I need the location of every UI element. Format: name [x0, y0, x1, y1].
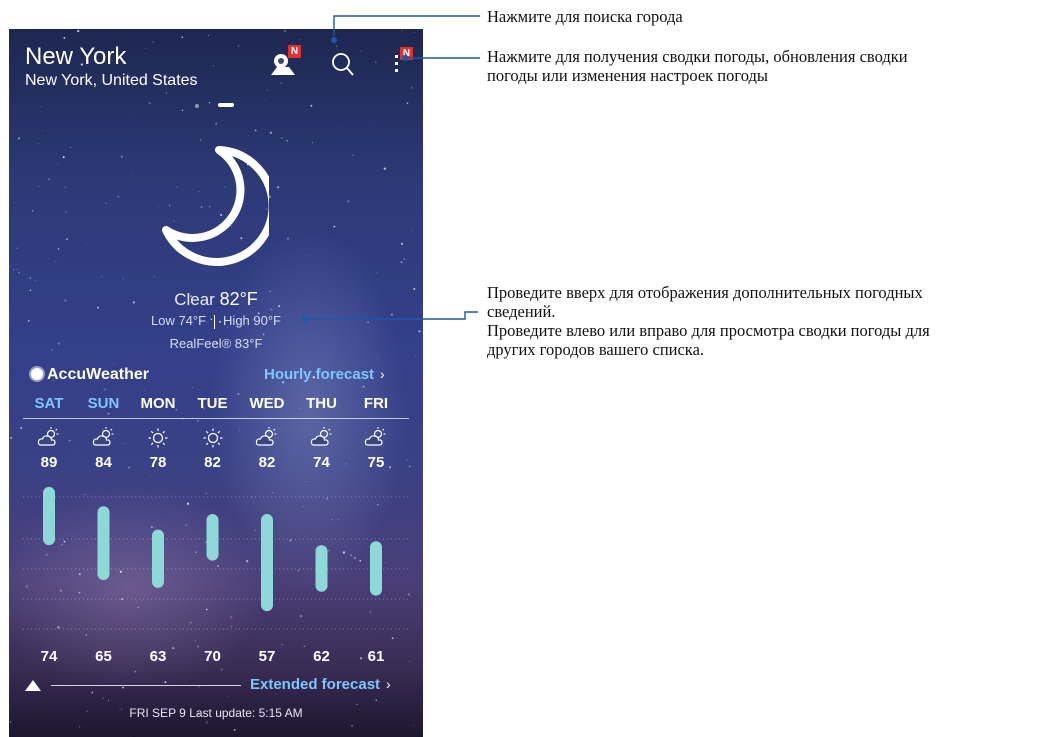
callout-lines	[302, 15, 480, 322]
annotation-swipe-2: сведений.	[487, 302, 556, 321]
annotation-search: Нажмите для поиска города	[487, 7, 683, 26]
annotation-swipe-4: других городов вашего списка.	[487, 340, 705, 359]
annotation-menu-2: погоды или изменения настроек погоды	[487, 66, 768, 85]
callout-line-swipe	[305, 311, 478, 320]
annotation-swipe-3: Проведите влево или вправо для просмотра…	[487, 321, 930, 340]
annotation-swipe-1: Проведите вверх для отображения дополнит…	[487, 283, 923, 302]
callout-dot-swipe	[302, 316, 308, 322]
callout-dot-menu	[402, 55, 408, 61]
annotation-menu-1: Нажмите для получения сводки погоды, обн…	[487, 47, 908, 66]
callout-dot-search	[331, 37, 337, 43]
callout-line-search	[333, 15, 480, 36]
